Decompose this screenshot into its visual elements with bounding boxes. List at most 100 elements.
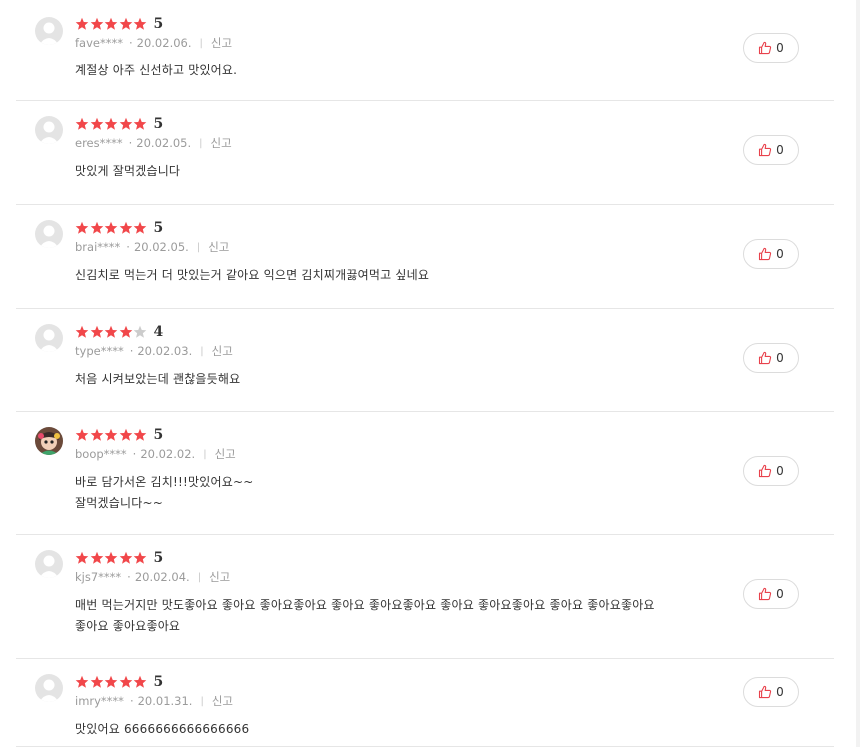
thumbs-up-icon: [759, 41, 772, 55]
review-meta: fave**** · 20.02.06. | 신고: [75, 35, 232, 51]
like-button[interactable]: 0: [743, 343, 799, 373]
thumbs-up-icon: [759, 464, 772, 478]
meta-separator: |: [203, 448, 207, 460]
reviewer-id: imry****: [75, 694, 124, 708]
meta-dot: ·: [129, 344, 134, 358]
review-item: 5 imry**** · 20.01.31. | 신고 맛있어요 6666666666666…: [16, 659, 834, 747]
star-filled-icon: [119, 675, 132, 688]
star-filled-icon: [90, 221, 103, 234]
star-rating: 5: [75, 674, 233, 690]
like-count: 0: [776, 351, 784, 365]
star-filled-icon: [133, 675, 147, 688]
like-count: 0: [776, 464, 784, 478]
report-link[interactable]: 신고: [211, 35, 232, 51]
review-item: 5 fave**** · 20.02.06. | 신고계절상 아주 신선하고 맛있어요. 0: [16, 0, 834, 101]
rating-score: 5: [153, 16, 164, 32]
star-filled-icon: [119, 221, 132, 234]
like-button[interactable]: 0: [743, 239, 799, 269]
review-text-line: 잘먹겠습니다~~: [75, 496, 163, 510]
star-filled-icon: [104, 675, 118, 688]
star-filled-icon: [75, 551, 89, 564]
meta-separator: |: [197, 571, 202, 583]
review-item: 5 boop**** · 20.02.02. | 신고 바로 담가서온 김치!!!맛있어요~…: [16, 412, 834, 535]
review-text-line: 좋아요 좋아요좋아요: [75, 619, 181, 633]
like-count: 0: [776, 587, 784, 601]
star-filled-icon: [133, 551, 147, 564]
star-rating: 5: [75, 220, 229, 236]
rating-score: 5: [153, 427, 164, 443]
review-text-line: 계절상 아주 신선하고 맛있어요.: [75, 63, 238, 77]
review-text-line: 맛있게 잘먹겠습니다: [75, 164, 181, 178]
like-button[interactable]: 0: [743, 579, 799, 609]
meta-separator: |: [199, 37, 203, 49]
reviewer-id: fave****: [75, 36, 123, 50]
review-text-line: 맛있어요 6666666666666666: [75, 722, 250, 736]
report-link[interactable]: 신고: [215, 446, 236, 462]
star-filled-icon: [133, 428, 147, 441]
meta-dot: ·: [129, 694, 134, 708]
review-date: 20.02.06.: [136, 36, 192, 50]
star-rating: 4: [75, 324, 233, 340]
review-meta: imry**** · 20.01.31. | 신고: [75, 693, 233, 709]
avatar: [35, 116, 63, 144]
rating-score: 5: [153, 550, 164, 566]
star-rating: 5: [75, 116, 232, 132]
like-button[interactable]: 0: [743, 456, 799, 486]
thumbs-up-icon: [759, 351, 772, 365]
reviewer-id: eres****: [75, 136, 123, 150]
review-list: 5 fave**** · 20.02.06. | 신고 계절상 아주 신선하고 맛있어요. 0…: [16, 0, 834, 747]
review-item: 5 eres**** · 20.02.05. | 신고맛있게 잘먹겠습니다 0: [16, 101, 834, 205]
avatar: [35, 427, 63, 455]
rating-score: 5: [153, 674, 164, 690]
rating-score: 4: [153, 324, 164, 340]
star-filled-icon: [133, 117, 147, 130]
report-link[interactable]: 신고: [211, 135, 232, 151]
star-filled-icon: [90, 551, 103, 564]
review-date: 20.02.04.: [134, 570, 190, 584]
report-link[interactable]: 신고: [212, 693, 233, 709]
review-text: 맛있어요 6666666666666666: [75, 719, 735, 740]
report-link[interactable]: 신고: [208, 239, 229, 255]
rating-score: 5: [153, 220, 164, 236]
like-button[interactable]: 0: [743, 135, 799, 165]
star-filled-icon: [75, 325, 89, 338]
review-meta: eres**** · 20.02.05. | 신고: [75, 135, 232, 151]
reviewer-id: type****: [75, 344, 124, 358]
star-filled-icon: [90, 325, 103, 338]
star-filled-icon: [90, 17, 103, 30]
review-text: 매번 먹는거지만 맛도좋아요 좋아요 좋아요좋아요 좋아요 좋아요좋아요 좋아요…: [75, 595, 735, 637]
meta-dot: ·: [128, 36, 133, 50]
star-filled-icon: [104, 325, 118, 338]
like-count: 0: [776, 41, 784, 55]
star-filled-icon: [104, 428, 118, 441]
review-item: 5 brai**** · 20.02.05. | 신고 신김치로 먹는거 더 맛있는거 같아…: [16, 205, 834, 309]
star-filled-icon: [90, 428, 103, 441]
star-filled-icon: [119, 551, 132, 564]
like-button[interactable]: 0: [743, 33, 799, 63]
review-header: 5 eres**** · 20.02.05. | 신고: [75, 116, 232, 151]
thumbs-up-icon: [759, 685, 772, 699]
star-filled-icon: [75, 675, 89, 688]
like-button[interactable]: 0: [743, 677, 799, 707]
thumbs-up-icon: [759, 143, 772, 157]
rating-score: 5: [153, 116, 164, 132]
reviewer-id: boop****: [75, 447, 127, 461]
review-date: 20.02.05.: [136, 136, 192, 150]
star-filled-icon: [104, 221, 118, 234]
avatar: [35, 17, 63, 45]
meta-separator: |: [196, 241, 201, 253]
review-date: 20.02.02.: [140, 447, 196, 461]
star-filled-icon: [75, 428, 89, 441]
meta-separator: |: [200, 345, 204, 357]
star-rating: 5: [75, 16, 232, 32]
star-filled-icon: [75, 17, 89, 30]
reviewer-id: brai****: [75, 240, 121, 254]
scrollbar-track[interactable]: [856, 0, 860, 747]
star-filled-icon: [90, 117, 103, 130]
report-link[interactable]: 신고: [212, 343, 233, 359]
review-date: 20.01.31.: [137, 694, 193, 708]
report-link[interactable]: 신고: [209, 569, 230, 585]
review-header: 4 type**** · 20.02.03. | 신고: [75, 324, 233, 359]
review-meta: brai**** · 20.02.05. | 신고: [75, 239, 229, 255]
review-text: 처음 시켜보았는데 괜찮을듯해요: [75, 369, 735, 390]
